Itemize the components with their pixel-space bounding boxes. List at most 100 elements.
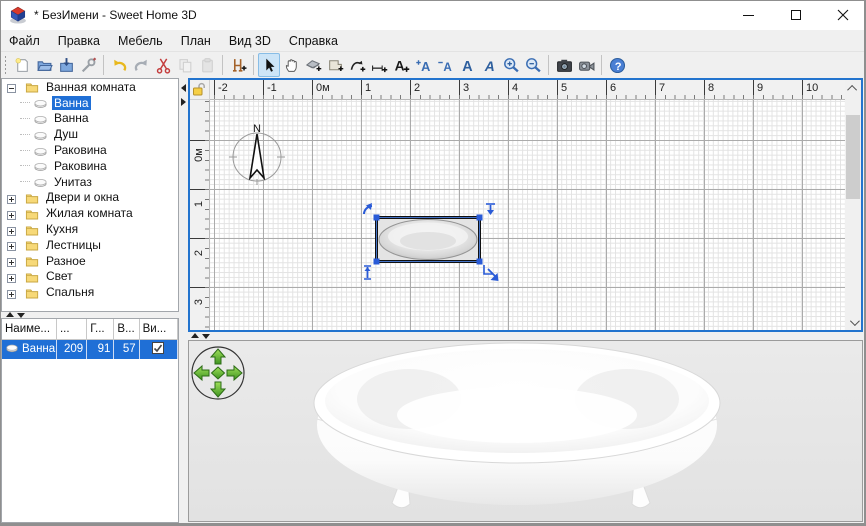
category-doors-windows[interactable]: Двери и окна — [2, 190, 178, 206]
help-button[interactable]: ? — [606, 53, 628, 77]
expand-toggle-icon[interactable] — [7, 256, 16, 268]
expand-toggle-icon[interactable] — [7, 240, 16, 252]
compass[interactable]: N — [225, 123, 289, 187]
item-label[interactable]: Ванна — [52, 111, 91, 125]
plan-bathtub-selected[interactable] — [360, 203, 500, 283]
item-label[interactable]: Ванна — [52, 95, 91, 110]
expand-toggle-icon[interactable] — [7, 209, 16, 220]
plan-3d-divider[interactable] — [188, 332, 866, 340]
add-texts-button[interactable]: A — [390, 53, 412, 77]
select-tool-button[interactable] — [258, 53, 280, 77]
item-bathtub-2[interactable]: Ванна — [2, 111, 178, 127]
divider-collapse-up-icon[interactable] — [6, 312, 14, 317]
category-bedroom[interactable]: Спальня — [2, 284, 178, 300]
column-header[interactable]: Г... — [86, 319, 115, 340]
category-label[interactable]: Двери и окна — [44, 190, 121, 204]
divider-collapse-right-icon[interactable] — [181, 98, 186, 106]
unlocked-padlock-icon[interactable] — [192, 82, 207, 97]
plan-vertical-scrollbar[interactable] — [845, 80, 861, 330]
cut-button[interactable] — [152, 53, 174, 77]
divider-collapse-down-icon[interactable] — [202, 334, 210, 339]
item-shower[interactable]: Душ — [2, 126, 178, 142]
nav-right-arrow-icon[interactable] — [226, 364, 243, 382]
category-kitchen[interactable]: Кухня — [2, 221, 178, 237]
item-label[interactable]: Душ — [52, 127, 80, 141]
column-header[interactable]: В... — [113, 319, 140, 340]
decrease-text-size-button[interactable]: A — [434, 53, 456, 77]
nav-up-arrow-icon[interactable] — [209, 348, 227, 365]
create-polylines-button[interactable] — [346, 53, 368, 77]
toolbar-grip[interactable] — [4, 55, 7, 75]
menu-furniture[interactable]: Мебель — [109, 31, 172, 51]
copy-button[interactable] — [174, 53, 196, 77]
create-walls-button[interactable] — [302, 53, 324, 77]
menu-help[interactable]: Справка — [280, 31, 347, 51]
item-label[interactable]: Раковина — [52, 159, 109, 173]
item-bathtub-1[interactable]: Ванна — [2, 95, 178, 111]
menu-view3d[interactable]: Вид 3D — [220, 31, 280, 51]
expand-toggle-icon[interactable] — [7, 193, 16, 204]
scrollbar-thumb[interactable] — [846, 115, 860, 199]
expand-toggle-icon[interactable] — [7, 272, 16, 283]
category-label[interactable]: Свет — [44, 269, 75, 283]
table-row[interactable]: Ванна 209 91 57 — [2, 339, 178, 359]
plan-view[interactable]: -2 -1 0м 1 2 3 4 5 6 7 8 9 10 0м 1 2 3 N — [188, 78, 863, 332]
item-label[interactable]: Унитаз — [52, 175, 94, 189]
category-label[interactable]: Жилая комната — [44, 206, 135, 220]
item-sink-2[interactable]: Раковина — [2, 158, 178, 174]
category-bathroom[interactable]: Ванная комната — [2, 79, 178, 95]
collapse-toggle-icon[interactable] — [7, 82, 16, 94]
create-dimensions-button[interactable] — [368, 53, 390, 77]
menu-edit[interactable]: Правка — [49, 31, 109, 51]
scroll-down-button[interactable] — [845, 314, 861, 330]
close-button[interactable] — [819, 0, 866, 30]
save-home-button[interactable] — [55, 53, 77, 77]
maximize-button[interactable] — [772, 0, 819, 30]
zoom-out-button[interactable] — [522, 53, 544, 77]
bold-button[interactable]: A — [456, 53, 478, 77]
create-rooms-button[interactable] — [324, 53, 346, 77]
new-home-button[interactable] — [11, 53, 33, 77]
plan-canvas[interactable]: N — [210, 100, 845, 330]
pan-tool-button[interactable] — [280, 53, 302, 77]
titlebar[interactable]: * БезИмени - Sweet Home 3D — [0, 0, 866, 30]
scroll-up-button[interactable] — [845, 80, 861, 96]
divider-collapse-left-icon[interactable] — [181, 84, 186, 92]
item-sink-1[interactable]: Раковина — [2, 142, 178, 158]
zoom-in-button[interactable] — [500, 53, 522, 77]
redo-button[interactable] — [130, 53, 152, 77]
menu-file[interactable]: Файл — [0, 31, 49, 51]
preferences-button[interactable] — [77, 53, 99, 77]
increase-text-size-button[interactable]: A — [412, 53, 434, 77]
resize-indicator-icon[interactable] — [483, 265, 499, 281]
column-header[interactable]: Ви... — [139, 319, 178, 340]
category-living-room[interactable]: Жилая комната — [2, 205, 178, 221]
visible-checkbox[interactable] — [152, 342, 165, 355]
item-label[interactable]: Раковина — [52, 143, 109, 157]
nav-down-arrow-icon[interactable] — [209, 381, 227, 398]
furniture-list-table[interactable]: Наиме...... Г... В... Ви... Ванна 209 91 57 — [1, 318, 179, 523]
undo-button[interactable] — [108, 53, 130, 77]
menu-plan[interactable]: План — [172, 31, 220, 51]
item-toilet[interactable]: Унитаз — [2, 174, 178, 190]
elevation-indicator-icon[interactable] — [486, 203, 495, 215]
3d-navigation-control[interactable] — [190, 345, 246, 401]
paste-button[interactable] — [196, 53, 218, 77]
category-label[interactable]: Ванная комната — [44, 80, 138, 94]
expand-toggle-icon[interactable] — [7, 225, 16, 236]
column-header[interactable]: Наиме... — [2, 319, 57, 340]
category-label[interactable]: Лестницы — [44, 238, 103, 252]
height-indicator-icon[interactable] — [364, 265, 371, 280]
photo-button[interactable] — [553, 53, 575, 77]
category-label[interactable]: Кухня — [44, 222, 80, 236]
nav-center-icon[interactable] — [210, 366, 226, 380]
category-lights[interactable]: Свет — [2, 269, 178, 285]
nav-left-arrow-icon[interactable] — [193, 364, 210, 382]
add-furniture-button[interactable] — [227, 53, 249, 77]
category-staircases[interactable]: Лестницы — [2, 237, 178, 253]
category-label[interactable]: Разное — [44, 254, 88, 268]
italic-button[interactable]: A — [478, 53, 500, 77]
catalog-plan-divider[interactable] — [180, 78, 188, 526]
view-3d[interactable] — [188, 340, 863, 522]
divider-collapse-up-icon[interactable] — [191, 333, 199, 338]
